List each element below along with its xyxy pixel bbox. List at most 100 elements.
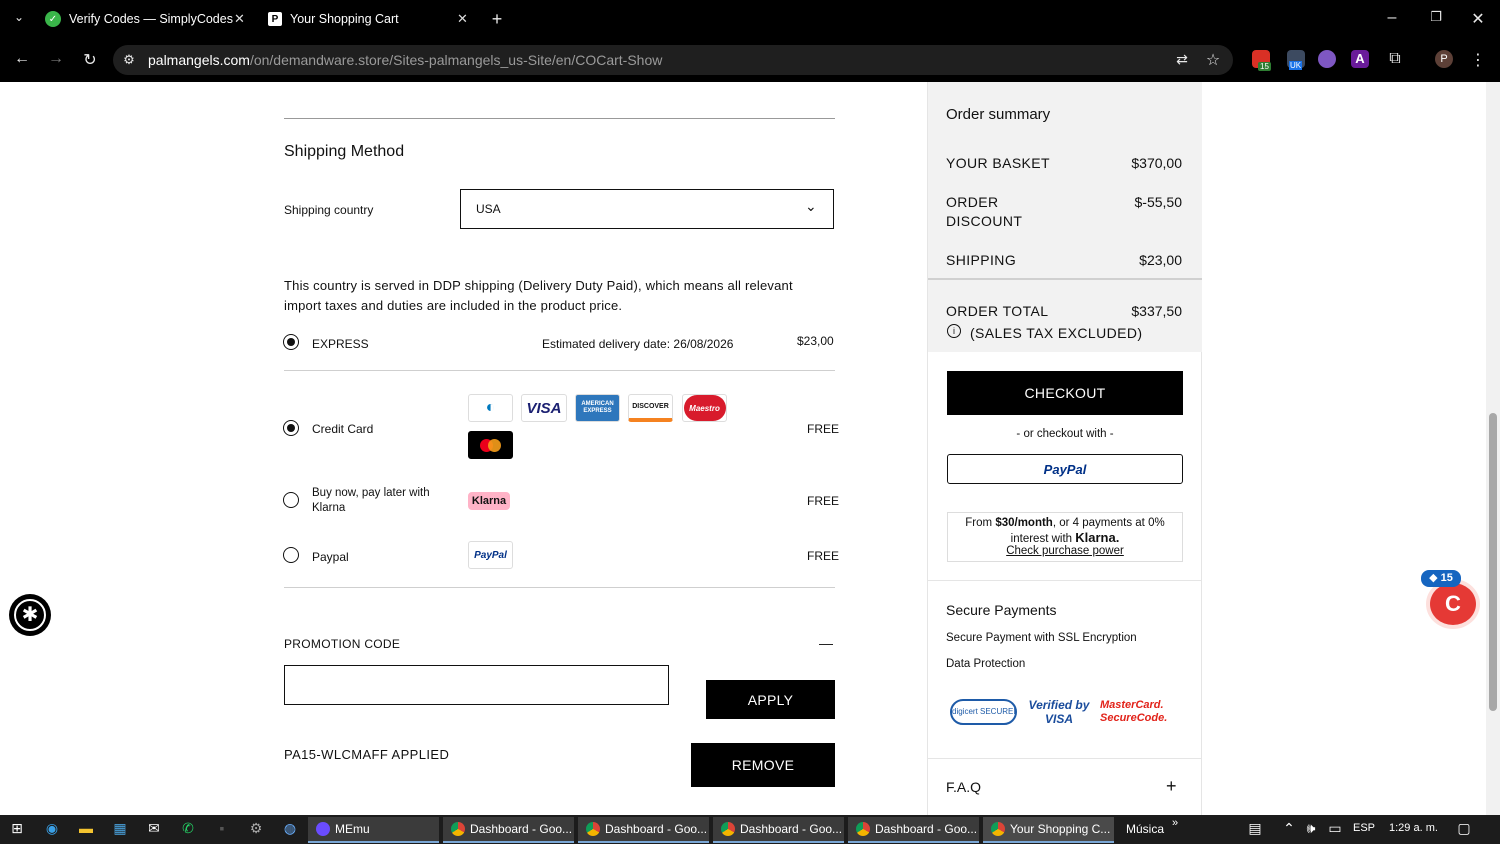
menu-kebab-icon[interactable]: ⋮ bbox=[1470, 50, 1486, 70]
accessibility-button[interactable]: ✱ bbox=[9, 594, 51, 636]
simplycodes-widget[interactable]: C bbox=[1430, 583, 1476, 625]
tab-search-chevron-icon[interactable]: ⌄ bbox=[10, 10, 28, 24]
faq-label[interactable]: F.A.Q bbox=[946, 779, 981, 795]
widget-badge: ◆ 15 bbox=[1421, 570, 1461, 587]
back-icon[interactable]: ← bbox=[12, 50, 32, 68]
taskbar-item-chrome-active[interactable]: Your Shopping C... bbox=[983, 817, 1114, 843]
news-widget-icon[interactable]: ▤ bbox=[1244, 820, 1266, 838]
extension-purple-icon[interactable] bbox=[1318, 50, 1336, 68]
language-indicator[interactable]: ESP bbox=[1353, 822, 1375, 834]
paypal-price: FREE bbox=[807, 549, 840, 563]
chrome-icon bbox=[856, 822, 870, 836]
restore-icon[interactable]: ❐ bbox=[1427, 9, 1445, 25]
diners-card-icon: ◐ bbox=[468, 394, 513, 422]
faq-expand-toggle[interactable]: + bbox=[1166, 776, 1177, 797]
taskbar-item-memu[interactable]: MEmu bbox=[308, 817, 439, 843]
forward-icon[interactable]: → bbox=[46, 50, 66, 68]
express-label: EXPRESS bbox=[312, 337, 369, 351]
url-host: palmangels.com bbox=[148, 52, 250, 68]
new-tab-icon[interactable]: + bbox=[488, 9, 506, 30]
shipping-country-select[interactable]: USA ⌄ bbox=[460, 189, 834, 229]
extension-a-icon[interactable]: A bbox=[1351, 50, 1369, 68]
reload-icon[interactable]: ↻ bbox=[80, 50, 100, 70]
shipping-method-heading: Shipping Method bbox=[284, 143, 405, 160]
chrome-icon bbox=[721, 822, 735, 836]
app-icon[interactable]: ⚙ bbox=[247, 820, 265, 838]
express-radio[interactable] bbox=[283, 334, 299, 350]
network-icon[interactable]: ▭ bbox=[1326, 820, 1344, 838]
amex-card-icon: AMERICAN EXPRESS bbox=[575, 394, 620, 422]
file-explorer-icon[interactable]: ▬ bbox=[77, 820, 95, 838]
scrollbar-thumb[interactable] bbox=[1489, 413, 1497, 711]
tab-title: Your Shopping Cart bbox=[290, 12, 399, 26]
edge-icon[interactable]: ◉ bbox=[43, 820, 61, 838]
taskbar-item-chrome[interactable]: Dashboard - Goo... bbox=[443, 817, 574, 843]
shipping-country-label: Shipping country bbox=[284, 203, 374, 217]
close-window-icon[interactable]: ✕ bbox=[1469, 9, 1487, 29]
klarna-badge-icon: Klarna bbox=[468, 492, 510, 510]
windows-start-icon[interactable]: ⊞ bbox=[8, 820, 26, 838]
shipping-summary-value: $23,00 bbox=[1139, 252, 1182, 268]
divider bbox=[928, 580, 1202, 581]
chevron-down-icon: ⌄ bbox=[805, 198, 817, 214]
minimize-icon[interactable]: – bbox=[1383, 9, 1401, 27]
notifications-icon[interactable]: ▢ bbox=[1455, 820, 1473, 838]
paypal-checkout-button[interactable]: PayPal bbox=[947, 454, 1183, 484]
bookmark-star-icon[interactable]: ☆ bbox=[1203, 50, 1223, 70]
app-icon[interactable]: ◍ bbox=[281, 820, 299, 838]
taskbar-label: Dashboard - Goo... bbox=[740, 822, 843, 836]
translate-icon[interactable]: ⇄ bbox=[1172, 51, 1192, 68]
ddp-note-line1: This country is served in DDP shipping (… bbox=[284, 278, 793, 293]
taskbar-item-chrome[interactable]: Dashboard - Goo... bbox=[578, 817, 709, 843]
paypal-radio[interactable] bbox=[283, 547, 299, 563]
secure-payments-title: Secure Payments bbox=[946, 602, 1057, 618]
whatsapp-icon[interactable]: ✆ bbox=[179, 820, 197, 838]
shipping-summary-label: SHIPPING bbox=[946, 252, 1017, 268]
paypal-option-label: Paypal bbox=[312, 550, 349, 564]
volume-icon[interactable]: 🕪 bbox=[1302, 820, 1320, 838]
credit-card-label: Credit Card bbox=[312, 422, 374, 436]
discount-label-2: DISCOUNT bbox=[946, 213, 1023, 229]
tray-chevron-icon[interactable]: ⌃ bbox=[1280, 820, 1298, 838]
shipping-country-value: USA bbox=[476, 202, 501, 216]
site-info-icon[interactable]: ⚙ bbox=[120, 52, 138, 68]
apply-button[interactable]: APPLY bbox=[706, 680, 835, 719]
chevron-right-icon[interactable]: » bbox=[1166, 817, 1184, 835]
url-text[interactable]: palmangels.com/on/demandware.store/Sites… bbox=[148, 52, 662, 68]
klarna-radio[interactable] bbox=[283, 492, 299, 508]
taskbar-item-chrome[interactable]: Dashboard - Goo... bbox=[713, 817, 844, 843]
mail-icon[interactable]: ✉ bbox=[145, 820, 163, 838]
taskbar-item-chrome[interactable]: Dashboard - Goo... bbox=[848, 817, 979, 843]
order-summary-title: Order summary bbox=[946, 106, 1051, 123]
order-total-value: $337,50 bbox=[1131, 303, 1182, 319]
klarna-amount: $30/month bbox=[995, 517, 1053, 529]
paypal-badge-icon: PayPal bbox=[468, 541, 513, 569]
credit-card-radio[interactable] bbox=[283, 420, 299, 436]
simplycodes-logo-icon: C bbox=[1445, 591, 1461, 616]
ddp-note-line2: import taxes and duties are included in … bbox=[284, 298, 623, 313]
remove-button[interactable]: REMOVE bbox=[691, 743, 835, 787]
memu-icon bbox=[316, 822, 330, 836]
extensions-puzzle-icon[interactable]: ⧉ bbox=[1385, 50, 1405, 68]
widget-badge-count: 15 bbox=[1440, 572, 1453, 584]
taskbar-label: Dashboard - Goo... bbox=[470, 822, 573, 836]
store-icon[interactable]: ▦ bbox=[111, 820, 129, 838]
express-price: $23,00 bbox=[797, 334, 834, 348]
mastercard-securecode-badge-icon: MasterCard. SecureCode. bbox=[1100, 699, 1168, 724]
clock[interactable]: 1:29 a. m. bbox=[1389, 822, 1438, 834]
promotion-collapse-toggle[interactable]: — bbox=[819, 635, 833, 651]
klarna-promo-line1: From $30/month, or 4 payments at 0% bbox=[947, 517, 1183, 529]
taskbar-musica[interactable]: Música bbox=[1126, 822, 1164, 836]
profile-avatar[interactable]: P bbox=[1435, 50, 1453, 68]
app-icon[interactable]: ▪ bbox=[213, 820, 231, 838]
simplycodes-favicon-icon: ✓ bbox=[45, 11, 61, 27]
checkout-button[interactable]: CHECKOUT bbox=[947, 371, 1183, 415]
info-icon[interactable]: i bbox=[947, 324, 961, 338]
promotion-code-input[interactable] bbox=[284, 665, 669, 705]
klarna-price: FREE bbox=[807, 494, 840, 508]
tab-shopping-cart[interactable]: P Your Shopping Cart ✕ bbox=[268, 0, 478, 38]
check-purchase-power-link[interactable]: Check purchase power bbox=[947, 545, 1183, 557]
close-tab-icon[interactable]: ✕ bbox=[234, 11, 245, 27]
close-tab-icon[interactable]: ✕ bbox=[457, 11, 468, 27]
tab-simplycodes[interactable]: ✓ Verify Codes — SimplyCodes ✕ bbox=[45, 0, 255, 38]
